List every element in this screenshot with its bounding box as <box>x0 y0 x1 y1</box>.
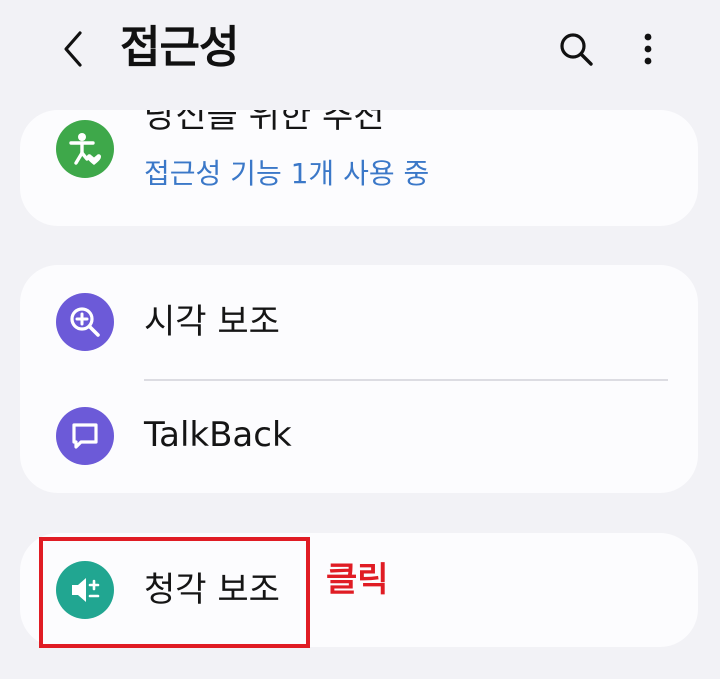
talkback-label: TalkBack <box>144 415 292 455</box>
click-highlight-box <box>39 537 310 648</box>
page-title: 접근성 <box>120 22 239 73</box>
chevron-left-icon <box>64 31 82 67</box>
more-vertical-icon <box>644 33 652 65</box>
accessibility-person-heart-icon <box>56 120 114 178</box>
speech-bubble-icon <box>56 407 114 465</box>
click-annotation-label: 클릭 <box>326 560 389 600</box>
vision-settings-card: 시각 보조 TalkBack <box>20 265 698 493</box>
recommendations-item[interactable]: 당신을 위한 추천 접근성 기능 1개 사용 중 <box>20 110 698 226</box>
recommendations-subtitle: 접근성 기능 1개 사용 중 <box>144 157 430 190</box>
more-options-button[interactable] <box>630 28 666 70</box>
recommendations-card: 당신을 위한 추천 접근성 기능 1개 사용 중 <box>20 110 698 226</box>
search-icon <box>560 33 593 66</box>
recommendations-title: 당신을 위한 추천 <box>144 110 385 136</box>
talkback-item[interactable]: TalkBack <box>20 381 698 493</box>
back-button[interactable] <box>52 26 92 72</box>
magnifier-plus-icon <box>56 293 114 351</box>
search-button[interactable] <box>555 28 597 70</box>
vision-assist-item[interactable]: 시각 보조 <box>20 265 698 379</box>
app-header: 접근성 <box>0 0 720 98</box>
vision-assist-label: 시각 보조 <box>144 302 280 342</box>
